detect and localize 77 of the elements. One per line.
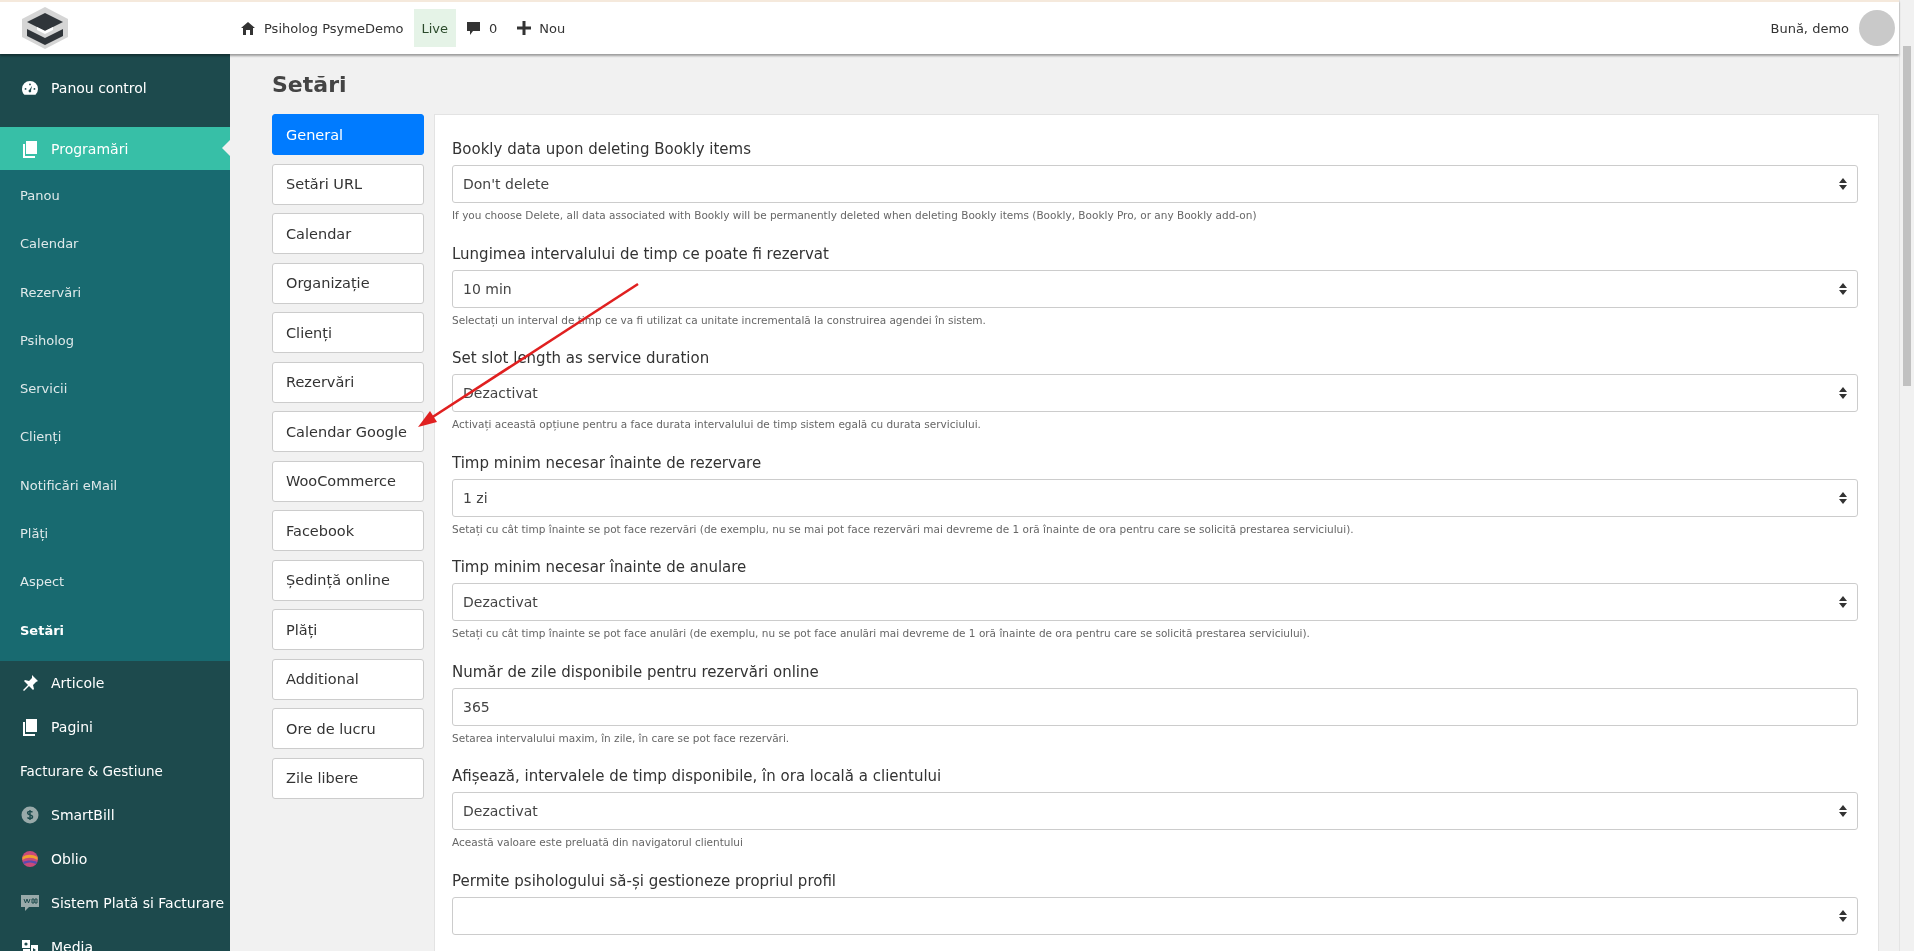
sidebar-item[interactable]: SmartBill — [0, 792, 230, 837]
scrollbar-thumb[interactable] — [1903, 46, 1911, 386]
sidebar-item[interactable]: Oblio — [0, 836, 230, 881]
coin-icon — [21, 805, 39, 824]
select-field[interactable]: 10 min — [452, 269, 1858, 308]
input-field[interactable]: 365 — [452, 687, 1858, 726]
sort-caret-icon — [1839, 909, 1847, 922]
dashboard-icon — [21, 79, 39, 96]
settings-tab[interactable]: Ore de lucru — [272, 708, 424, 749]
select-field[interactable]: Dezactivat — [452, 583, 1858, 621]
field-label: Afișează, intervalele de timp disponibile, în ora locală a clientului — [452, 767, 943, 785]
settings-tab[interactable]: Clienți — [272, 312, 424, 353]
help-text: If you choose Delete, all data associated with Bookly will be permanently deleted when deleting Bookly items (Bookly, Bookly Pro, or any Bookly add-on) — [452, 209, 1258, 221]
comment-count[interactable]: 0 — [489, 20, 498, 36]
settings-tab[interactable]: Zile libere — [272, 757, 424, 799]
sort-caret-icon — [1839, 387, 1847, 399]
sphere-icon — [21, 849, 39, 868]
speech-bubble-icon — [20, 893, 40, 912]
field-label: Lungimea intervalului de timp ce poate fi rezervat — [452, 244, 830, 263]
submenu-item[interactable]: Calendar — [0, 220, 230, 269]
field-label: Bookly data upon deleting Bookly items — [452, 140, 753, 158]
sidebar-item[interactable]: Pagini — [0, 704, 230, 749]
field-label: Timp minim necesar înainte de anulare — [452, 558, 748, 576]
submenu-item[interactable]: Psiholog — [0, 316, 230, 366]
pages-icon — [21, 139, 39, 158]
submenu-item[interactable]: Clienți — [0, 413, 230, 462]
help-text: Setarea intervalului maxim, în zile, în care se pot face rezervări. — [452, 731, 791, 744]
pages-icon — [21, 717, 39, 736]
live-badge: Live — [413, 9, 457, 47]
page-title: Setări — [272, 71, 348, 99]
site-link[interactable]: Psiholog PsymeDemo — [264, 20, 404, 36]
select-field[interactable]: 1 zi — [452, 478, 1858, 517]
sidebar-item[interactable]: Sistem Plată si Facturare — [0, 880, 230, 925]
comment-icon[interactable] — [466, 20, 482, 36]
pin-icon — [21, 673, 39, 692]
submenu-item[interactable]: Setări — [0, 606, 230, 655]
field-label: Număr de zile disponibile pentru rezervări online — [452, 662, 820, 681]
sort-caret-icon — [1839, 178, 1847, 190]
submenu-item[interactable]: Plăți — [0, 510, 230, 559]
select-field[interactable]: Don't delete — [452, 165, 1858, 203]
settings-tab[interactable]: Calendar Google — [272, 411, 424, 452]
sidebar-item[interactable]: Facturare & Gestiune — [0, 748, 230, 793]
sidebar-item[interactable]: Articole — [0, 660, 230, 705]
settings-tab[interactable]: Additional — [272, 658, 424, 700]
submenu-item[interactable]: Aspect — [0, 558, 230, 607]
home-icon[interactable] — [240, 20, 256, 36]
new-link[interactable]: Nou — [539, 20, 566, 36]
sort-caret-icon — [1839, 282, 1847, 295]
settings-tab[interactable]: Facebook — [272, 510, 424, 551]
field-label: Permite psihologului să-și gestioneze propriul profil — [452, 871, 838, 890]
settings-tab[interactable]: Calendar — [272, 213, 424, 254]
sort-caret-icon — [1839, 491, 1847, 504]
submenu-item[interactable]: Rezervări — [0, 268, 230, 317]
greeting[interactable]: Bună, demo — [1770, 20, 1849, 36]
submenu-item[interactable]: Notificări eMail — [0, 461, 230, 511]
select-field[interactable] — [452, 896, 1858, 935]
scrollbar[interactable] — [1899, 0, 1914, 951]
settings-tab[interactable]: General — [272, 114, 424, 155]
settings-tab[interactable]: WooCommerce — [272, 460, 424, 502]
settings-tab[interactable]: Plăți — [272, 609, 424, 650]
settings-tab[interactable]: Setări URL — [272, 163, 424, 205]
settings-tab[interactable]: Ședință online — [272, 559, 424, 601]
plus-icon[interactable] — [517, 21, 532, 35]
logo-icon[interactable] — [20, 5, 70, 51]
field-label: Timp minim necesar înainte de rezervare — [452, 453, 763, 472]
sort-caret-icon — [1839, 596, 1847, 608]
sort-caret-icon — [1839, 805, 1847, 817]
help-text: Setați cu cât timp înainte se pot face rezervări (de exemplu, nu se mai pot face rezervări mai devreme de 1 oră înainte de ora pentru care se solicită prestarea serviciului). — [452, 522, 1355, 535]
submenu-item[interactable]: Panou — [0, 172, 230, 221]
help-text: Activați această opțiune pentru a face durata intervalului de timp sistem egală cu durata serviciului. — [452, 418, 982, 430]
select-field[interactable]: Dezactivat — [452, 792, 1858, 830]
sidebar-item[interactable]: Panou control — [0, 54, 230, 127]
help-text: Această valoare este preluată din navigatorul clientului — [452, 836, 744, 848]
submenu-item[interactable]: Servicii — [0, 365, 230, 414]
settings-tab[interactable]: Organizație — [272, 262, 424, 304]
settings-tab[interactable]: Rezervări — [272, 361, 424, 403]
help-text: Setați cu cât timp înainte se pot face anulări (de exemplu, nu se pot face anulări mai devreme de 1 oră înainte de ora pentru care se solicită prestarea serviciului). — [452, 627, 1311, 639]
